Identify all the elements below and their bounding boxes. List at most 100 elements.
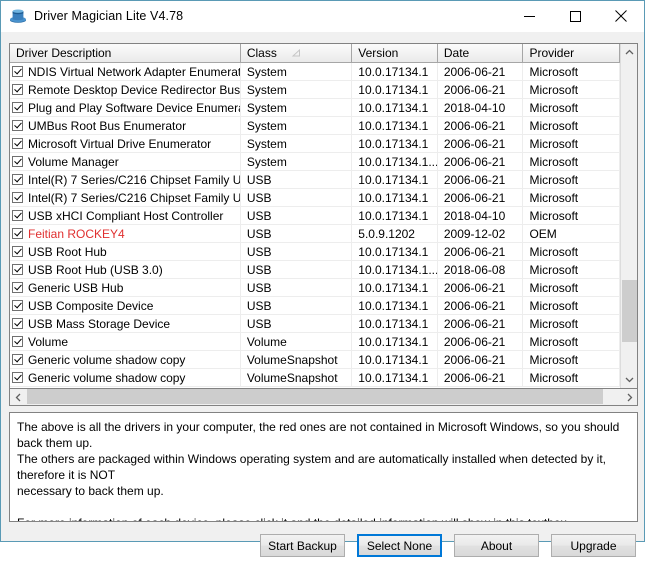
- table-row[interactable]: Volume ManagerSystem10.0.17134.1...2006-…: [10, 153, 620, 171]
- row-checkbox[interactable]: [12, 192, 23, 203]
- driver-list[interactable]: Driver Description Class Version Date: [9, 43, 638, 389]
- table-row[interactable]: NDIS Virtual Network Adapter EnumeratorS…: [10, 63, 620, 81]
- info-textbox[interactable]: The above is all the drivers in your com…: [9, 412, 638, 522]
- table-row[interactable]: Plug and Play Software Device Enumerator…: [10, 99, 620, 117]
- row-checkbox[interactable]: [12, 138, 23, 149]
- cell-description: USB Composite Device: [10, 297, 241, 315]
- button-bar: Start Backup Select None About Upgrade: [1, 534, 645, 564]
- row-checkbox[interactable]: [12, 84, 23, 95]
- table-row[interactable]: Microsoft Virtual Drive EnumeratorSystem…: [10, 135, 620, 153]
- table-row[interactable]: VolumeVolume10.0.17134.12006-06-21Micros…: [10, 333, 620, 351]
- select-none-button[interactable]: Select None: [357, 534, 442, 557]
- cell-class: USB: [241, 261, 352, 279]
- cell-class: Volume: [241, 333, 352, 351]
- cell-provider: Microsoft: [523, 243, 620, 261]
- column-header-date[interactable]: Date: [438, 44, 524, 63]
- cell-date: 2018-04-10: [438, 99, 524, 117]
- driver-description-label: Generic volume shadow copy: [28, 353, 185, 367]
- driver-description-label: USB xHCI Compliant Host Controller: [28, 209, 223, 223]
- row-checkbox[interactable]: [12, 300, 23, 311]
- cell-provider: Microsoft: [523, 81, 620, 99]
- cell-provider: Microsoft: [523, 279, 620, 297]
- cell-description: UMBus Root Bus Enumerator: [10, 117, 241, 135]
- column-header-label: Provider: [529, 46, 574, 60]
- cell-description: Intel(R) 7 Series/C216 Chipset Family US…: [10, 189, 241, 207]
- row-checkbox[interactable]: [12, 102, 23, 113]
- table-row[interactable]: Intel(R) 7 Series/C216 Chipset Family US…: [10, 171, 620, 189]
- cell-provider: OEM: [523, 225, 620, 243]
- table-row[interactable]: Remote Desktop Device Redirector BusSyst…: [10, 81, 620, 99]
- cell-version: 10.0.17134.1...: [352, 153, 438, 171]
- cell-version: 10.0.17134.1: [352, 369, 438, 387]
- table-row[interactable]: USB Root HubUSB10.0.17134.12006-06-21Mic…: [10, 243, 620, 261]
- cell-provider: Microsoft: [523, 333, 620, 351]
- cell-version: 10.0.17134.1: [352, 279, 438, 297]
- row-checkbox[interactable]: [12, 372, 23, 383]
- scroll-up-icon[interactable]: [621, 44, 637, 61]
- cell-date: 2006-06-21: [438, 369, 524, 387]
- upgrade-button[interactable]: Upgrade: [551, 534, 636, 557]
- cell-description: Generic volume shadow copy: [10, 369, 241, 387]
- row-checkbox[interactable]: [12, 174, 23, 185]
- column-header-version[interactable]: Version: [352, 44, 438, 63]
- row-checkbox[interactable]: [12, 336, 23, 347]
- row-checkbox[interactable]: [12, 246, 23, 257]
- cell-date: 2006-06-21: [438, 351, 524, 369]
- column-header-label: Class: [247, 46, 277, 60]
- table-row[interactable]: Generic volume shadow copyVolumeSnapshot…: [10, 369, 620, 387]
- table-row[interactable]: USB xHCI Compliant Host ControllerUSB10.…: [10, 207, 620, 225]
- row-checkbox[interactable]: [12, 264, 23, 275]
- cell-class: System: [241, 99, 352, 117]
- start-backup-button[interactable]: Start Backup: [260, 534, 345, 557]
- table-row[interactable]: USB Root Hub (USB 3.0)USB10.0.17134.1...…: [10, 261, 620, 279]
- cell-provider: Microsoft: [523, 351, 620, 369]
- row-checkbox[interactable]: [12, 66, 23, 77]
- row-checkbox[interactable]: [12, 120, 23, 131]
- table-row[interactable]: Generic USB HubUSB10.0.17134.12006-06-21…: [10, 279, 620, 297]
- cell-date: 2006-06-21: [438, 279, 524, 297]
- cell-provider: Microsoft: [523, 315, 620, 333]
- vertical-scrollbar[interactable]: [620, 44, 637, 388]
- cell-version: 10.0.17134.1: [352, 117, 438, 135]
- table-row[interactable]: Generic volume shadow copyVolumeSnapshot…: [10, 351, 620, 369]
- row-checkbox[interactable]: [12, 282, 23, 293]
- driver-description-label: Intel(R) 7 Series/C216 Chipset Family US…: [28, 173, 241, 187]
- table-row[interactable]: Intel(R) 7 Series/C216 Chipset Family US…: [10, 189, 620, 207]
- maximize-button[interactable]: [552, 1, 598, 31]
- column-header-provider[interactable]: Provider: [523, 44, 620, 63]
- cell-date: 2018-06-08: [438, 261, 524, 279]
- title-bar[interactable]: Driver Magician Lite V4.78: [1, 1, 644, 32]
- row-checkbox[interactable]: [12, 228, 23, 239]
- row-checkbox[interactable]: [12, 156, 23, 167]
- column-header-class[interactable]: Class: [241, 44, 352, 63]
- cell-provider: Microsoft: [523, 297, 620, 315]
- vertical-scrollbar-thumb[interactable]: [622, 280, 637, 342]
- scroll-left-icon[interactable]: [10, 389, 26, 406]
- driver-description-label: UMBus Root Bus Enumerator: [28, 119, 186, 133]
- row-checkbox[interactable]: [12, 210, 23, 221]
- cell-date: 2006-06-21: [438, 135, 524, 153]
- minimize-button[interactable]: [506, 1, 552, 31]
- column-header-label: Version: [358, 46, 398, 60]
- cell-version: 10.0.17134.1: [352, 135, 438, 153]
- horizontal-scrollbar[interactable]: [9, 389, 638, 406]
- table-row[interactable]: USB Composite DeviceUSB10.0.17134.12006-…: [10, 297, 620, 315]
- driver-description-label: USB Composite Device: [28, 299, 153, 313]
- table-row[interactable]: USB Mass Storage DeviceUSB10.0.17134.120…: [10, 315, 620, 333]
- column-header-description[interactable]: Driver Description: [10, 44, 241, 63]
- cell-provider: Microsoft: [523, 369, 620, 387]
- cell-version: 10.0.17134.1: [352, 351, 438, 369]
- table-row[interactable]: UMBus Root Bus EnumeratorSystem10.0.1713…: [10, 117, 620, 135]
- scroll-down-icon[interactable]: [621, 371, 637, 388]
- close-button[interactable]: [598, 1, 644, 31]
- row-checkbox[interactable]: [12, 318, 23, 329]
- scroll-right-icon[interactable]: [621, 389, 637, 406]
- horizontal-scrollbar-thumb[interactable]: [27, 389, 603, 404]
- cell-description: NDIS Virtual Network Adapter Enumerator: [10, 63, 241, 81]
- table-row[interactable]: Feitian ROCKEY4USB5.0.9.12022009-12-02OE…: [10, 225, 620, 243]
- about-button[interactable]: About: [454, 534, 539, 557]
- cell-description: USB Root Hub: [10, 243, 241, 261]
- cell-class: USB: [241, 225, 352, 243]
- row-checkbox[interactable]: [12, 354, 23, 365]
- cell-description: USB Root Hub (USB 3.0): [10, 261, 241, 279]
